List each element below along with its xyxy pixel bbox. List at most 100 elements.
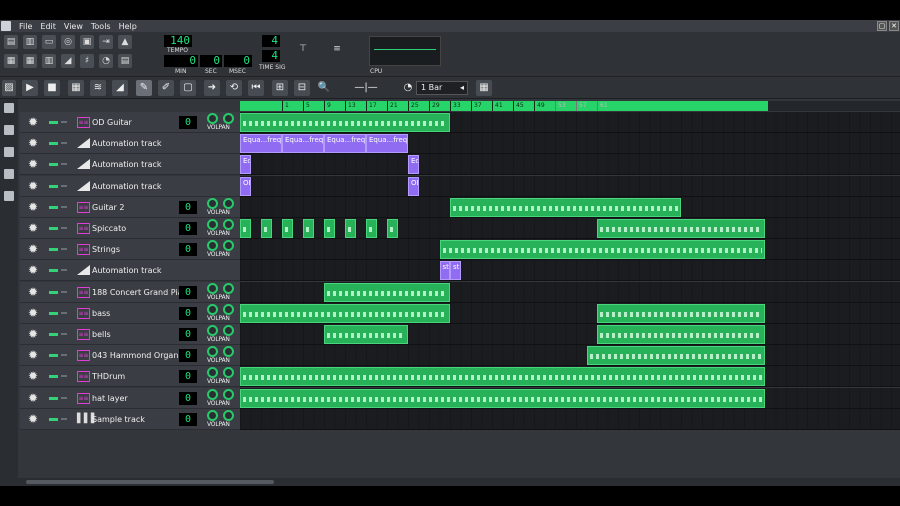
scrollbar-thumb[interactable] bbox=[26, 480, 274, 484]
track-timeline[interactable] bbox=[240, 366, 900, 388]
pan-knob[interactable] bbox=[223, 346, 234, 358]
track-name[interactable]: 188 Concert Grand Piano bbox=[92, 282, 192, 303]
volume-knob[interactable] bbox=[207, 325, 218, 336]
restore-button[interactable]: ▢ bbox=[877, 21, 887, 31]
track-timeline[interactable] bbox=[240, 112, 900, 133]
track-name[interactable]: Automation track bbox=[92, 260, 162, 281]
menu-file[interactable]: File bbox=[19, 22, 32, 31]
gear-icon[interactable]: ✹ bbox=[28, 285, 38, 299]
my-home-icon[interactable] bbox=[4, 169, 14, 179]
gear-icon[interactable]: ✹ bbox=[28, 327, 38, 341]
track-name[interactable]: Sample track bbox=[92, 409, 145, 430]
track-header[interactable]: ✹ ≡≡ bass 0 VOLPAN bbox=[20, 302, 240, 324]
volume-knob[interactable] bbox=[207, 409, 218, 421]
volume-display[interactable]: 0 bbox=[179, 243, 197, 257]
solo-toggle[interactable] bbox=[61, 311, 67, 314]
track-timeline[interactable] bbox=[240, 281, 900, 303]
timesig-denominator[interactable]: 4 bbox=[262, 50, 280, 62]
track-timeline[interactable] bbox=[240, 387, 900, 409]
track-timeline[interactable] bbox=[240, 345, 900, 367]
track-header[interactable]: ✹ Automation track bbox=[20, 260, 240, 282]
my-projects-icon[interactable] bbox=[4, 103, 14, 113]
play-icon[interactable]: ▶ bbox=[22, 80, 38, 96]
track-timeline[interactable]: st st bbox=[240, 260, 900, 282]
mixer-icon[interactable]: ♯ bbox=[80, 54, 94, 68]
track-name[interactable]: THDrum bbox=[92, 366, 125, 387]
volume-display[interactable]: 0 bbox=[179, 306, 197, 320]
mute-toggle[interactable] bbox=[49, 142, 58, 146]
mute-toggle[interactable] bbox=[49, 121, 58, 124]
pan-knob[interactable] bbox=[223, 367, 234, 379]
mute-toggle[interactable] bbox=[49, 248, 58, 252]
pattern-clip[interactable] bbox=[240, 367, 765, 387]
pan-knob[interactable] bbox=[223, 303, 234, 315]
controller-rack-icon[interactable]: ◔ bbox=[99, 54, 113, 68]
beat-editor-icon[interactable]: ▦ bbox=[23, 54, 37, 68]
mute-toggle[interactable] bbox=[49, 205, 58, 209]
pan-knob[interactable] bbox=[223, 197, 234, 209]
pattern-clip[interactable] bbox=[282, 219, 293, 238]
my-presets-icon[interactable] bbox=[4, 147, 14, 157]
add-sample-track-icon[interactable]: ≋ bbox=[90, 80, 106, 96]
pattern-clip[interactable] bbox=[324, 325, 408, 344]
solo-toggle[interactable] bbox=[61, 248, 67, 251]
volume-display[interactable]: 0 bbox=[179, 328, 197, 341]
gear-icon[interactable]: ✹ bbox=[28, 115, 38, 129]
pan-knob[interactable] bbox=[223, 282, 234, 294]
gear-icon[interactable]: ✹ bbox=[28, 179, 38, 193]
volume-display[interactable]: 0 bbox=[179, 116, 197, 129]
volume-display[interactable]: 0 bbox=[179, 412, 197, 426]
mute-toggle[interactable] bbox=[49, 311, 58, 315]
recent-projects-icon[interactable]: ◎ bbox=[61, 35, 75, 49]
track-timeline[interactable]: OD OD bbox=[240, 175, 900, 197]
solo-toggle[interactable] bbox=[61, 142, 67, 145]
pattern-clip[interactable] bbox=[240, 113, 450, 132]
track-header[interactable]: ✹ ≡≡ bells 0 VOLPAN bbox=[20, 324, 240, 345]
volume-knob[interactable] bbox=[207, 346, 218, 358]
mute-toggle[interactable] bbox=[49, 333, 58, 336]
master-pitch-slider[interactable]: ≡ bbox=[330, 42, 344, 56]
solo-toggle[interactable] bbox=[61, 205, 67, 208]
track-name[interactable]: Automation track bbox=[92, 154, 162, 175]
tempo-display[interactable]: 140 bbox=[164, 35, 192, 47]
pattern-clip[interactable] bbox=[586, 346, 765, 366]
track-header[interactable]: ✹ ▌▌▌ Sample track 0 VOLPAN bbox=[20, 408, 240, 430]
song-editor-icon[interactable]: ▦ bbox=[4, 54, 18, 68]
automation-clip[interactable]: OD bbox=[408, 176, 419, 196]
pattern-clip[interactable] bbox=[597, 219, 765, 238]
pan-knob[interactable] bbox=[223, 219, 234, 230]
project-notes-icon[interactable]: ▤ bbox=[118, 54, 132, 68]
track-name[interactable]: Automation track bbox=[92, 133, 162, 154]
computer-icon[interactable] bbox=[4, 191, 14, 201]
menu-tools[interactable]: Tools bbox=[91, 22, 111, 31]
gear-icon[interactable]: ✹ bbox=[28, 263, 38, 277]
pan-knob[interactable] bbox=[223, 240, 234, 252]
menu-help[interactable]: Help bbox=[119, 22, 137, 31]
mute-toggle[interactable] bbox=[49, 396, 58, 400]
automation-clip[interactable]: Ec bbox=[240, 155, 251, 175]
loop-region[interactable] bbox=[240, 101, 768, 111]
solo-toggle[interactable] bbox=[61, 227, 67, 229]
my-samples-icon[interactable] bbox=[4, 125, 14, 135]
zoom-slider[interactable]: —|— bbox=[336, 80, 396, 96]
automation-clip[interactable]: Equa...freq bbox=[240, 134, 282, 154]
volume-display[interactable]: 0 bbox=[179, 349, 197, 363]
track-timeline[interactable] bbox=[240, 302, 900, 324]
automation-clip[interactable]: st bbox=[439, 261, 450, 281]
open-project-icon[interactable]: ▭ bbox=[42, 35, 56, 49]
pattern-clip[interactable] bbox=[303, 219, 314, 238]
volume-display[interactable]: 0 bbox=[179, 391, 197, 405]
pattern-clip[interactable] bbox=[450, 197, 681, 217]
pattern-clip[interactable] bbox=[324, 219, 335, 238]
loop-points-icon[interactable]: ⟲ bbox=[226, 80, 242, 96]
track-timeline[interactable] bbox=[240, 239, 900, 261]
pattern-clip[interactable] bbox=[387, 219, 398, 238]
solo-toggle[interactable] bbox=[61, 121, 67, 123]
mute-toggle[interactable] bbox=[49, 163, 58, 167]
solo-toggle[interactable] bbox=[61, 184, 67, 187]
add-beat-track-icon[interactable]: ▦ bbox=[68, 80, 84, 96]
solo-toggle[interactable] bbox=[61, 269, 67, 272]
track-name[interactable]: bells bbox=[92, 324, 111, 345]
gear-icon[interactable]: ✹ bbox=[28, 348, 38, 362]
close-button[interactable]: ✕ bbox=[889, 21, 899, 31]
